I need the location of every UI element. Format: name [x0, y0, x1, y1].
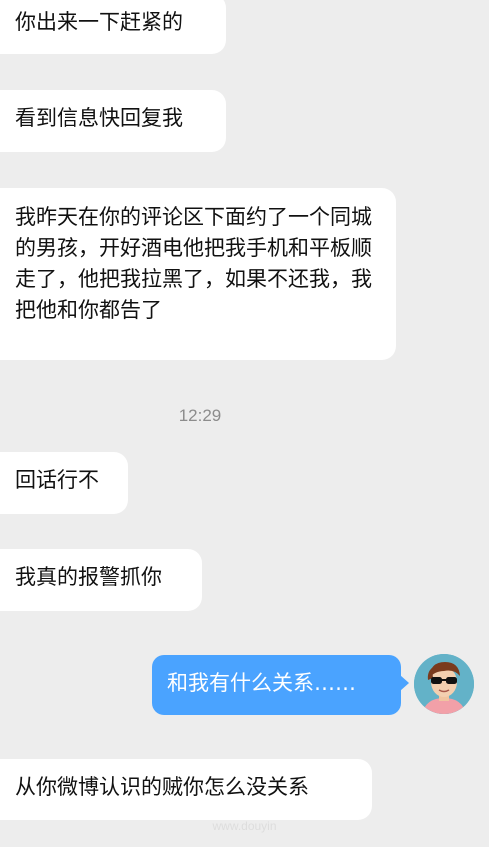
message-timestamp: 12:29	[178, 406, 222, 425]
message-bubble-incoming[interactable]: 我真的报警抓你	[0, 549, 202, 611]
cartoon-avatar-icon	[414, 654, 474, 714]
message-bubble-incoming[interactable]: 回话行不	[0, 452, 128, 514]
message-bubble-outgoing[interactable]: 和我有什么关系……	[152, 655, 409, 715]
message-bubble-incoming[interactable]: 我昨天在你的评论区下面约了一个同城的男孩，开好酒电他把我手机和平板顺走了，他把我…	[0, 188, 396, 360]
message-bubble-incoming[interactable]: 从你微博认识的贼你怎么没关系	[0, 759, 372, 820]
watermark: www.douyin	[212, 819, 277, 833]
message-bubble-incoming[interactable]: 看到信息快回复我	[0, 90, 226, 152]
message-bubble-incoming[interactable]: 你出来一下赶紧的	[0, 0, 226, 54]
avatar[interactable]	[414, 654, 474, 714]
